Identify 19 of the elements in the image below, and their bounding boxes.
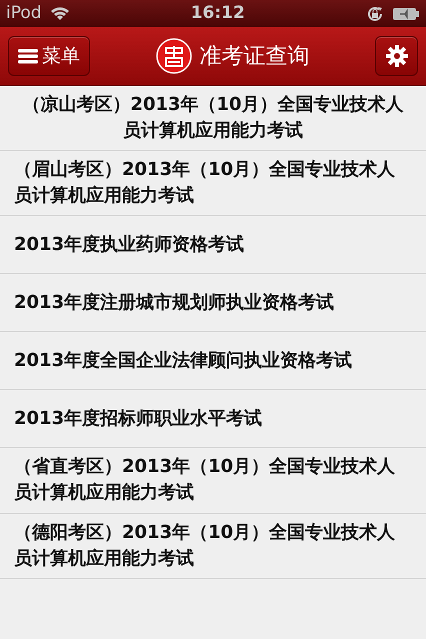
exam-list-item[interactable]: 2013年度全国企业法律顾问执业资格考试 bbox=[0, 332, 426, 390]
exam-list-item[interactable]: 2013年度注册城市规划师执业资格考试 bbox=[0, 274, 426, 332]
seal-logo-icon bbox=[156, 38, 192, 74]
clock-time: 16:12 bbox=[190, 2, 245, 25]
carrier-name: iPod bbox=[6, 2, 42, 25]
settings-button[interactable] bbox=[375, 36, 418, 76]
exam-list-item[interactable]: 2013年度招标师职业水平考试 bbox=[0, 390, 426, 448]
menu-icon bbox=[18, 48, 38, 64]
exam-list-item[interactable]: （德阳考区）2013年（10月）全国专业技术人员计算机应用能力考试 bbox=[0, 514, 426, 579]
wifi-icon bbox=[50, 6, 70, 21]
rotation-lock-icon bbox=[366, 4, 384, 22]
page-title: 准考证查询 bbox=[200, 42, 310, 70]
menu-button[interactable]: 菜单 bbox=[8, 36, 90, 76]
settings-icon bbox=[384, 44, 408, 68]
battery-icon bbox=[392, 6, 420, 20]
exam-list-item[interactable]: （省直考区）2013年（10月）全国专业技术人员计算机应用能力考试 bbox=[0, 448, 426, 514]
exam-list-item[interactable]: （眉山考区）2013年（10月）全国专业技术人员计算机应用能力考试 bbox=[0, 151, 426, 216]
exam-list-item[interactable]: （凉山考区）2013年（10月）全国专业技术人员计算机应用能力考试 bbox=[0, 86, 426, 152]
exam-list-item[interactable]: 2013年度执业药师资格考试 bbox=[0, 216, 426, 274]
